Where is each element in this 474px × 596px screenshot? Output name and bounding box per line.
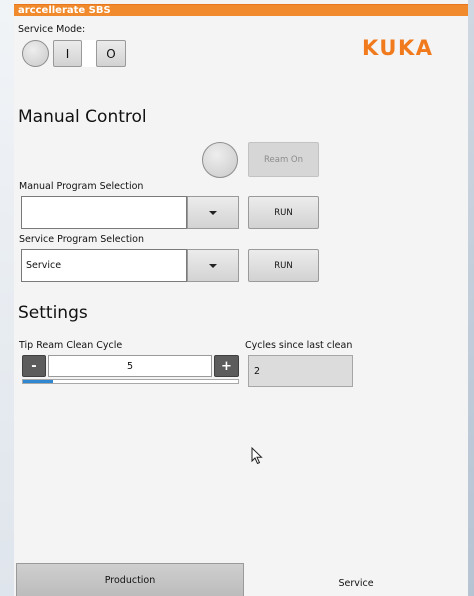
manual-program-run-button[interactable]: RUN	[248, 196, 319, 229]
tip-ream-value-field[interactable]: 5	[48, 355, 212, 377]
service-mode-indicator-icon	[22, 40, 49, 67]
right-scroll-edge	[468, 0, 474, 596]
service-program-label: Service Program Selection	[19, 234, 145, 245]
cycles-since-clean-value: 2	[248, 355, 353, 387]
toggle-gap	[82, 40, 96, 67]
title-bar: arccellerate SBS	[14, 4, 468, 16]
service-program-dropdown-button[interactable]	[187, 249, 239, 282]
tab-service[interactable]: Service	[244, 563, 468, 596]
main-panel	[14, 0, 468, 596]
chevron-down-icon	[209, 210, 217, 215]
tip-ream-progress-fill	[23, 380, 54, 383]
app-title: arccellerate SBS	[18, 5, 111, 16]
ream-on-button[interactable]: Ream On	[248, 142, 319, 177]
decrement-button[interactable]: -	[22, 355, 46, 377]
tip-ream-label: Tip Ream Clean Cycle	[19, 340, 123, 351]
manual-program-label: Manual Program Selection	[19, 181, 144, 192]
ream-status-indicator-icon	[202, 142, 238, 178]
service-mode-off-button[interactable]: O	[96, 40, 126, 67]
left-background	[0, 0, 14, 596]
tab-production[interactable]: Production	[16, 563, 244, 596]
tip-ream-progress-bar	[22, 379, 239, 384]
manual-program-select[interactable]	[21, 196, 187, 229]
manual-program-dropdown-button[interactable]	[187, 196, 239, 229]
manual-control-heading: Manual Control	[18, 107, 147, 127]
service-program-run-button[interactable]: RUN	[248, 249, 319, 282]
mouse-pointer-icon	[251, 447, 263, 465]
settings-heading: Settings	[18, 303, 88, 323]
increment-button[interactable]: +	[214, 355, 239, 377]
kuka-logo: KUKA	[362, 36, 434, 60]
service-program-select[interactable]: Service	[21, 249, 187, 282]
service-mode-label: Service Mode:	[18, 24, 86, 35]
chevron-down-icon	[209, 263, 217, 268]
service-mode-on-button[interactable]: I	[53, 40, 82, 67]
cycles-since-clean-label: Cycles since last clean	[245, 340, 353, 351]
